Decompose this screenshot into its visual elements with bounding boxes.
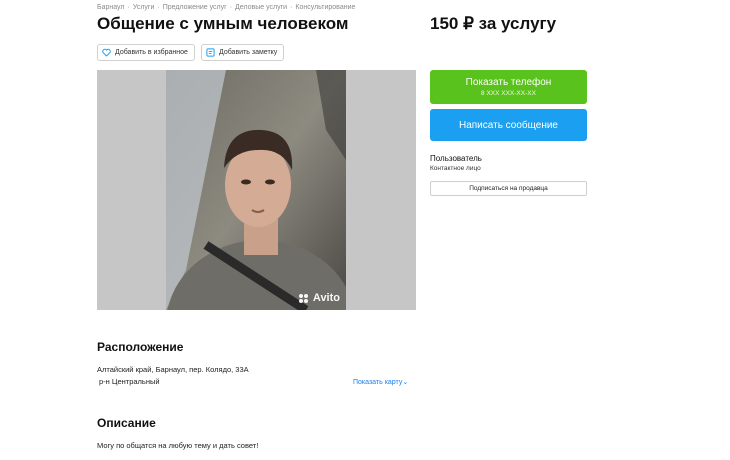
breadcrumb: Барнаул · Услуги · Предложение услуг · Деловые…: [97, 4, 356, 11]
breadcrumb-item[interactable]: Барнаул: [97, 4, 125, 11]
add-to-favorites-label: Добавить в избранное: [115, 49, 188, 56]
show-phone-label: Показать телефон: [465, 77, 552, 88]
description-text: Могу по общатся на любую тему и дать сов…: [97, 441, 259, 450]
subscribe-seller-button[interactable]: Подписаться на продавца: [430, 181, 587, 196]
chevron-down-icon: ⌄: [402, 379, 409, 386]
price: 150 ₽ за услугу: [430, 14, 557, 33]
add-note-label: Добавить заметку: [219, 49, 278, 56]
photo-blur-right: [346, 70, 416, 310]
add-to-favorites-button[interactable]: Добавить в избранное: [97, 44, 195, 61]
masked-phone: 8 XXX XXX-XX-XX: [481, 90, 536, 97]
seller-name[interactable]: Пользователь: [430, 154, 482, 163]
photo-blur-left: [97, 70, 166, 310]
breadcrumb-item[interactable]: Услуги: [133, 4, 155, 11]
description-heading: Описание: [97, 416, 156, 430]
breadcrumb-item[interactable]: Деловые услуги: [235, 4, 287, 11]
note-icon: [206, 48, 215, 57]
location-heading: Расположение: [97, 340, 184, 354]
breadcrumb-item[interactable]: Предложение услуг: [163, 4, 227, 11]
breadcrumb-item[interactable]: Консультирование: [295, 4, 355, 11]
seller-type: Контактное лицо: [430, 165, 481, 172]
district: р-н Центральный: [99, 377, 160, 386]
show-map-link[interactable]: Показать карту⌄: [353, 378, 408, 386]
photo-image: [166, 70, 355, 310]
page-title: Общение с умным человеком: [97, 14, 349, 33]
show-phone-button[interactable]: Показать телефон 8 XXX XXX-XX-XX: [430, 70, 587, 104]
avito-logo-icon: [298, 293, 310, 303]
address: Алтайский край, Барнаул, пер. Колядо, 33…: [97, 365, 249, 374]
avito-watermark: Avito: [298, 292, 340, 304]
listing-photo[interactable]: Avito: [97, 70, 416, 310]
heart-icon: [102, 48, 111, 57]
add-note-button[interactable]: Добавить заметку: [201, 44, 285, 61]
write-message-button[interactable]: Написать сообщение: [430, 109, 587, 141]
